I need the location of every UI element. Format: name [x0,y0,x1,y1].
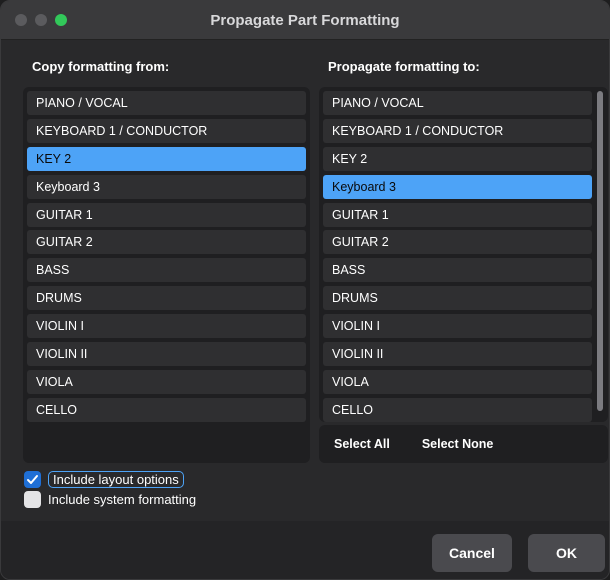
target-part-item[interactable]: Keyboard 3 [323,174,592,199]
target-part-item[interactable]: VIOLIN II [323,342,592,367]
source-part-item[interactable]: KEYBOARD 1 / CONDUCTOR [27,118,306,143]
target-part-item[interactable]: DRUMS [323,286,592,311]
list-item-label: Keyboard 3 [36,179,100,194]
list-item-label: VIOLIN II [332,347,384,362]
list-item-label: VIOLA [332,374,369,389]
list-item-label: DRUMS [36,291,82,306]
list-item-label: CELLO [332,402,373,417]
checkmark-icon [27,475,38,484]
source-part-item[interactable]: KEY 2 [27,146,306,171]
source-part-item[interactable]: PIANO / VOCAL [27,91,306,115]
target-part-item[interactable]: KEYBOARD 1 / CONDUCTOR [323,118,592,143]
source-part-item[interactable]: Keyboard 3 [27,174,306,199]
list-item-label: KEY 2 [36,151,72,166]
target-part-item[interactable]: PIANO / VOCAL [323,91,592,115]
source-part-item[interactable]: CELLO [27,397,306,422]
window-controls [15,14,67,26]
close-window-button[interactable] [15,14,27,26]
propagate-to-list[interactable]: PIANO / VOCAL KEYBOARD 1 / CONDUCTOR KEY 2… [319,87,608,422]
include-layout-options-option[interactable]: Include layout options [24,471,184,488]
list-item-label: KEYBOARD 1 / CONDUCTOR [36,123,208,138]
zoom-window-button[interactable] [55,14,67,26]
dialog-footer [1,521,609,579]
list-item-label: GUITAR 1 [332,207,389,222]
source-part-item[interactable]: BASS [27,258,306,283]
source-part-item[interactable]: VIOLIN II [27,342,306,367]
target-part-item[interactable]: GUITAR 2 [323,230,592,255]
list-item-label: GUITAR 2 [332,235,389,250]
system-formatting-checkbox[interactable] [24,491,41,508]
target-part-item[interactable]: CELLO [323,397,592,422]
layout-options-label[interactable]: Include layout options [48,471,184,488]
include-system-formatting-option[interactable]: Include system formatting [24,491,196,508]
select-all-button[interactable]: Select All [334,437,390,451]
list-item-label: Keyboard 3 [332,179,396,194]
target-part-item[interactable]: BASS [323,258,592,283]
selection-buttons-bar: Select All Select None [319,425,608,463]
list-item-label: KEYBOARD 1 / CONDUCTOR [332,123,504,138]
target-part-item[interactable]: GUITAR 1 [323,202,592,227]
target-part-item[interactable]: VIOLA [323,369,592,394]
source-part-item[interactable]: GUITAR 1 [27,202,306,227]
dialog-title: Propagate Part Formatting [210,11,400,29]
propagate-to-heading: Propagate formatting to: [328,59,480,74]
list-item-label: PIANO / VOCAL [36,96,128,110]
list-item-label: VIOLA [36,374,73,389]
list-item-label: GUITAR 2 [36,235,93,250]
list-item-label: KEY 2 [332,151,368,166]
source-part-item[interactable]: VIOLIN I [27,314,306,339]
title-bar: Propagate Part Formatting [1,1,609,40]
cancel-button[interactable]: Cancel [432,534,512,572]
dialog-window: Propagate Part Formatting Copy formattin… [0,0,610,580]
list-item-label: DRUMS [332,291,378,306]
list-item-label: VIOLIN II [36,347,88,362]
copy-from-heading: Copy formatting from: [32,59,170,74]
select-none-button[interactable]: Select None [422,437,494,451]
list-item-label: BASS [332,263,366,278]
minimize-window-button[interactable] [35,14,47,26]
list-item-label: VIOLIN I [36,319,84,334]
copy-from-list[interactable]: PIANO / VOCAL KEYBOARD 1 / CONDUCTOR KEY 2… [23,87,310,463]
target-part-item[interactable]: VIOLIN I [323,314,592,339]
list-item-label: BASS [36,263,70,278]
layout-options-checkbox[interactable] [24,471,41,488]
list-item-label: PIANO / VOCAL [332,96,424,110]
ok-button[interactable]: OK [528,534,605,572]
list-item-label: CELLO [36,402,77,417]
target-part-item[interactable]: KEY 2 [323,146,592,171]
source-part-item[interactable]: DRUMS [27,286,306,311]
source-part-item[interactable]: GUITAR 2 [27,230,306,255]
source-part-item[interactable]: VIOLA [27,369,306,394]
list-item-label: GUITAR 1 [36,207,93,222]
system-formatting-label[interactable]: Include system formatting [48,492,196,507]
list-scrollbar[interactable] [597,91,603,411]
list-item-label: VIOLIN I [332,319,380,334]
